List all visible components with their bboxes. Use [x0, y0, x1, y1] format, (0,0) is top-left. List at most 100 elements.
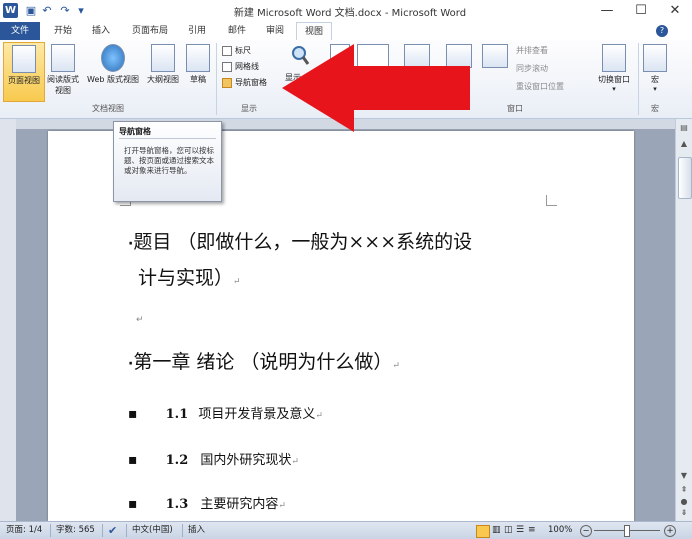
zoom-in-button[interactable]: + [664, 525, 676, 537]
customize-qat-icon[interactable]: ▾ [74, 3, 88, 18]
reading-view-icon [51, 44, 75, 72]
section-number: 1.2 [165, 453, 189, 468]
view-side-by-side-button[interactable]: 并排查看 [516, 44, 548, 57]
chapter-heading: ·第一章 绪论 （说明为什么做）↵ [128, 347, 400, 374]
tooltip-title: 导航窗格 [119, 127, 151, 136]
window-title: 新建 Microsoft Word 文档.docx - Microsoft Wo… [233, 8, 467, 19]
sync-scroll-button[interactable]: 同步滚动 [516, 62, 548, 75]
macros-button[interactable]: 宏 ▾ [642, 42, 668, 100]
tab-home[interactable]: 开始 [46, 22, 80, 40]
paragraph-mark: ↵ [291, 457, 299, 467]
previous-page-icon[interactable]: ⇞ [678, 485, 690, 494]
insert-mode[interactable]: 插入 [188, 522, 205, 539]
dropdown-chevron-icon: ▾ [653, 85, 657, 93]
proofing-icon[interactable]: ✔ [108, 522, 117, 539]
split-icon[interactable] [482, 44, 508, 68]
watermark-url: zhinan.sogou.com [520, 493, 630, 507]
ruler-toggle-icon[interactable]: ▤ [678, 123, 690, 135]
undo-icon[interactable]: ↶ [40, 3, 54, 18]
draft-view-icon[interactable]: ≡ [528, 522, 536, 539]
paragraph-mark: ↵ [315, 411, 323, 421]
page-view-icon [12, 45, 36, 73]
tab-file[interactable]: 文件 [0, 22, 40, 40]
gridlines-label: 网格线 [235, 62, 259, 71]
zoom-out-button[interactable]: − [580, 525, 592, 537]
red-arrow-annotation [282, 44, 470, 132]
web-layout-button[interactable]: Web 版式视图 [83, 42, 143, 100]
tab-references[interactable]: 引用 [180, 22, 214, 40]
tab-layout[interactable]: 页面布局 [124, 22, 176, 40]
title-bar: W ▣ ↶ ↷ ▾ 新建 Microsoft Word 文档.docx - Mi… [0, 0, 692, 23]
draft-button[interactable]: 草稿 [184, 42, 212, 100]
save-icon[interactable]: ▣ [24, 3, 38, 18]
ribbon-tabs: 文件 开始 插入 页面布局 引用 邮件 审阅 视图 ? [0, 22, 692, 41]
tab-review[interactable]: 审阅 [258, 22, 292, 40]
dropdown-chevron-icon: ▾ [612, 85, 616, 93]
paragraph-mark: ↵ [278, 501, 286, 511]
word-app-icon[interactable]: W [3, 3, 18, 18]
scroll-thumb[interactable] [678, 157, 692, 199]
print-layout-view-icon[interactable] [476, 525, 490, 538]
word-count[interactable]: 字数: 565 [56, 522, 95, 539]
ruler-checkbox[interactable]: 标尺 [222, 44, 251, 57]
scroll-down-arrow-icon[interactable]: ▼ [678, 471, 690, 480]
chapter-text: 第一章 绪论 （说明为什么做） [133, 351, 393, 373]
reading-view-icon[interactable]: ▥ [492, 522, 501, 539]
browse-object-icon[interactable]: ● [678, 497, 690, 506]
ruler-label: 标尺 [235, 46, 251, 55]
section-heading: ▪ 1.1 项目开发背景及意义↵ [128, 403, 323, 422]
redo-icon[interactable]: ↷ [58, 3, 72, 18]
show-group-label: 显示 [241, 104, 257, 113]
section-text: 国内外研究现状 [200, 453, 292, 468]
tab-insert[interactable]: 插入 [84, 22, 118, 40]
web-view-icon[interactable]: ◫ [504, 522, 513, 539]
zoom-slider-thumb[interactable] [624, 525, 630, 537]
reading-label-1: 阅读版式 [47, 75, 79, 84]
group-separator [216, 43, 217, 115]
globe-icon [101, 44, 125, 72]
tab-view[interactable]: 视图 [296, 22, 332, 41]
tooltip-divider [119, 138, 216, 139]
vertical-scrollbar[interactable]: ▤ ▲ ▼ ⇞ ● ⇟ [675, 119, 692, 521]
next-page-icon[interactable]: ⇟ [678, 508, 690, 517]
outline-view-icon[interactable]: ☰ [516, 522, 524, 539]
minimize-button[interactable]: — [590, 0, 624, 22]
print-layout-label: 页面视图 [8, 76, 40, 85]
maximize-button[interactable]: ☐ [624, 0, 658, 22]
outline-label: 大纲视图 [147, 75, 179, 84]
web-layout-label: Web 版式视图 [87, 75, 139, 84]
scroll-up-arrow-icon[interactable]: ▲ [678, 139, 690, 151]
section-number: 1.3 [165, 497, 189, 512]
macros-label: 宏 [651, 75, 659, 84]
group-separator [638, 43, 639, 115]
help-icon[interactable]: ? [656, 25, 668, 37]
vertical-ruler[interactable] [0, 119, 16, 521]
section-heading: ▪ 1.3 主要研究内容↵ [128, 493, 286, 512]
close-button[interactable]: ✕ [658, 0, 692, 22]
paragraph-mark: ↵ [136, 315, 144, 325]
tooltip-body: 打开导航窗格，您可以按标题、按页面或通过搜索文本或对象来进行导航。 [124, 146, 214, 175]
nav-pane-checkbox[interactable]: 导航窗格 [222, 76, 267, 89]
zoom-level[interactable]: 100% [548, 522, 572, 539]
print-layout-button[interactable]: 页面视图 [3, 42, 45, 102]
checkbox-box [222, 77, 232, 88]
page-count[interactable]: 页面: 1/4 [6, 522, 42, 539]
switch-windows-button[interactable]: 切换窗口 ▾ [592, 42, 636, 100]
status-separator [50, 524, 51, 537]
tab-mailings[interactable]: 邮件 [220, 22, 254, 40]
outline-button[interactable]: 大纲视图 [144, 42, 182, 100]
gridlines-checkbox[interactable]: 网格线 [222, 60, 259, 73]
outline-icon [151, 44, 175, 72]
full-screen-reading-button[interactable]: 阅读版式 视图 [44, 42, 82, 100]
reset-window-position-button[interactable]: 重设窗口位置 [516, 80, 564, 93]
status-separator [126, 524, 127, 537]
status-separator [102, 524, 103, 537]
title-line-2: 计与实现） [138, 267, 234, 289]
paragraph-mark: ↵ [392, 361, 400, 371]
section-text: 主要研究内容 [200, 497, 279, 512]
macros-icon [643, 44, 667, 72]
paragraph-mark: ↵ [233, 277, 241, 287]
switch-windows-label: 切换窗口 [598, 75, 630, 84]
macros-group-label: 宏 [651, 104, 659, 113]
language[interactable]: 中文(中国) [132, 522, 173, 539]
